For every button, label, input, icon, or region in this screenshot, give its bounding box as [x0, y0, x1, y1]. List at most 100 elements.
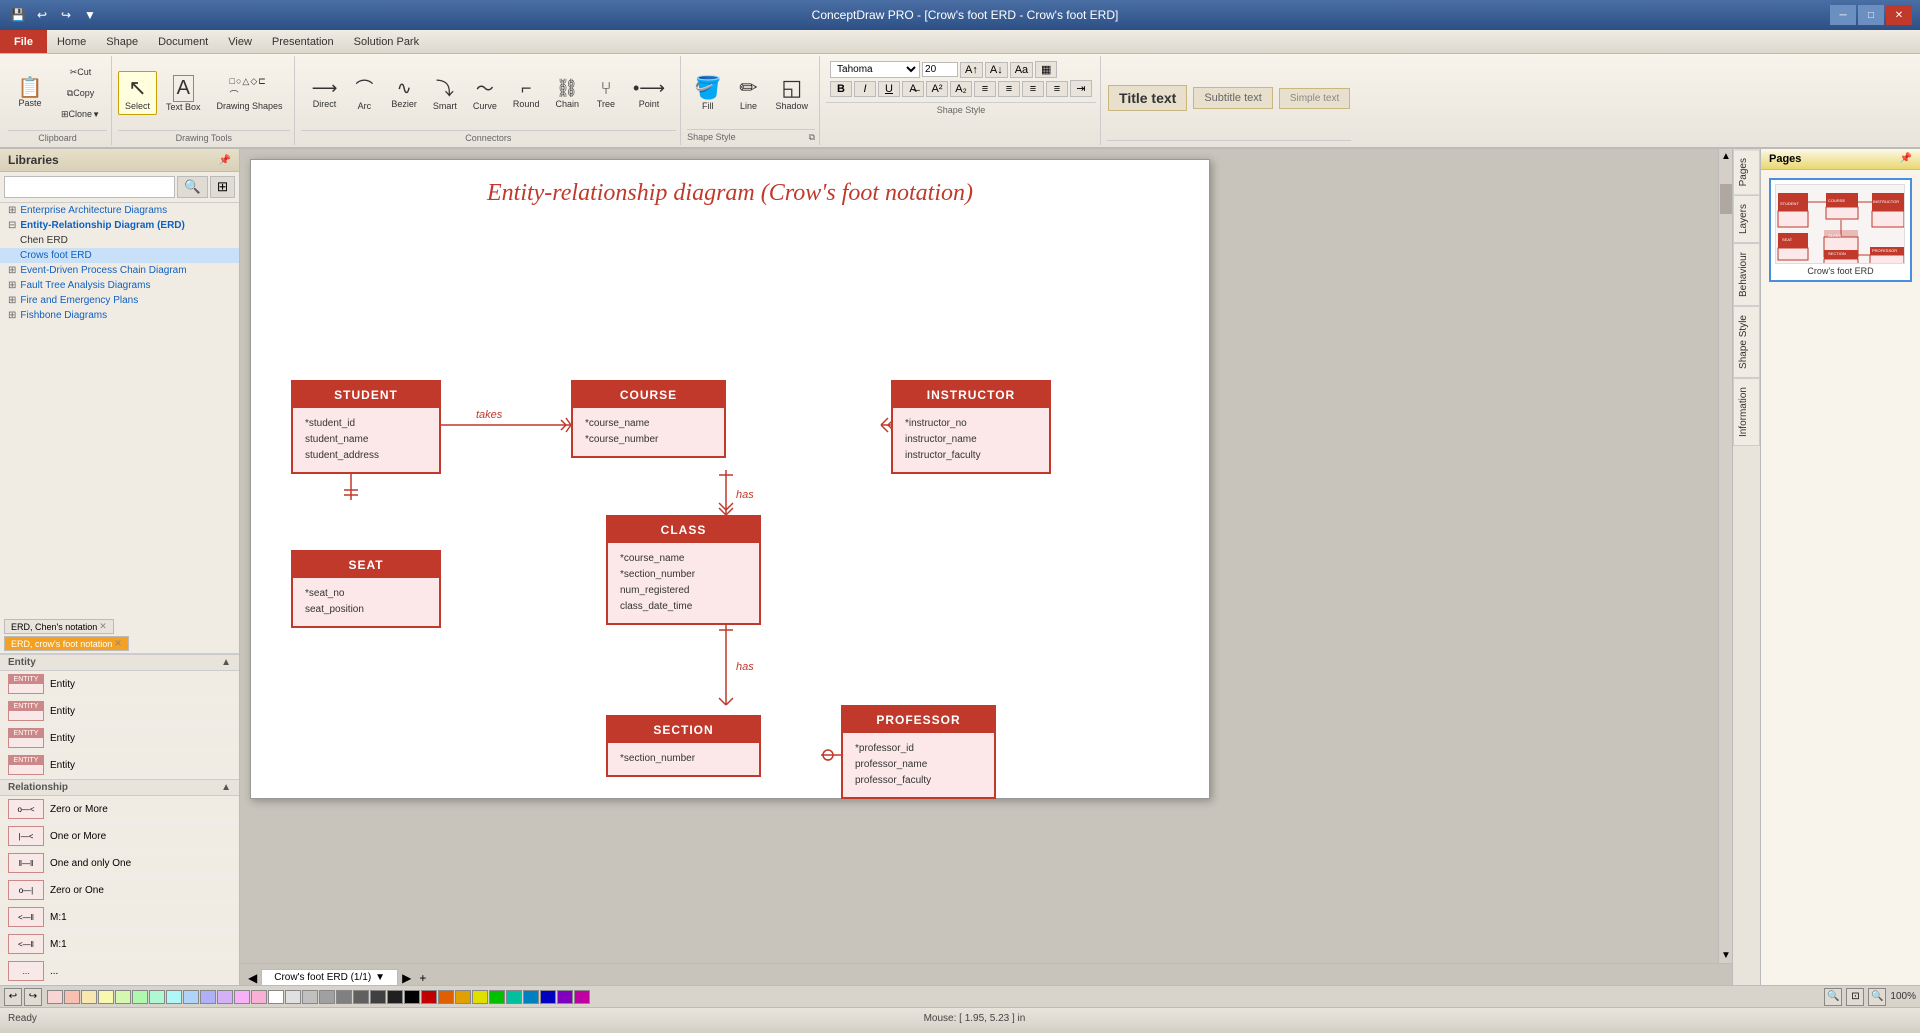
color-swatch-red[interactable]: [421, 990, 437, 1004]
color-swatch-5[interactable]: [115, 990, 131, 1004]
minimize-button[interactable]: ─: [1830, 5, 1856, 25]
undo-button[interactable]: ↩: [4, 988, 22, 1006]
sidebar-item-erd[interactable]: ⊟ Entity-Relationship Diagram (ERD): [0, 218, 239, 233]
subtitle-text-button[interactable]: Subtitle text: [1193, 87, 1272, 109]
color-swatch-magenta[interactable]: [574, 990, 590, 1004]
qat-save[interactable]: 💾: [8, 6, 28, 24]
italic-button[interactable]: I: [854, 81, 876, 97]
round-button[interactable]: ⌐ Round: [506, 74, 547, 113]
color-swatch-7[interactable]: [149, 990, 165, 1004]
color-swatch-navy[interactable]: [540, 990, 556, 1004]
font-aa-button[interactable]: Aa: [1010, 62, 1033, 78]
color-swatch-13[interactable]: [251, 990, 267, 1004]
right-tab-pages[interactable]: Pages: [1733, 149, 1760, 195]
tag-chen-close[interactable]: ✕: [99, 621, 107, 632]
menu-document[interactable]: Document: [148, 30, 218, 53]
align-center-button[interactable]: ≡: [998, 81, 1020, 97]
color-swatch-11[interactable]: [217, 990, 233, 1004]
menu-solution-park[interactable]: Solution Park: [344, 30, 429, 53]
chain-button[interactable]: ⛓ Chain: [548, 74, 586, 113]
qat-undo[interactable]: ↩: [32, 6, 52, 24]
shape-more[interactable]: ... ...: [0, 958, 239, 985]
sidebar-item-fishbone[interactable]: ⊞ Fishbone Diagrams: [0, 308, 239, 323]
page-add[interactable]: +: [415, 971, 430, 985]
vertical-scrollbar[interactable]: ▲ ▼: [1718, 149, 1732, 963]
course-entity[interactable]: COURSE *course_name *course_number: [571, 380, 726, 458]
sidebar-item-chen[interactable]: Chen ERD: [0, 233, 239, 248]
cut-button[interactable]: ✂ Cut: [54, 63, 107, 82]
direct-button[interactable]: ⟶ Direct: [305, 74, 345, 113]
color-swatch-green[interactable]: [489, 990, 505, 1004]
color-swatch-6[interactable]: [132, 990, 148, 1004]
title-text-button[interactable]: Title text: [1108, 85, 1187, 111]
shape-one-and-only-one[interactable]: ‖—‖ One and only One: [0, 850, 239, 877]
class-entity[interactable]: CLASS *course_name *section_number num_r…: [606, 515, 761, 625]
zoom-in-button[interactable]: 🔍: [1868, 988, 1886, 1006]
indent-button[interactable]: ⇥: [1070, 80, 1092, 97]
drawing-shapes-button[interactable]: □○△◇ ⊏⌒ Drawing Shapes: [210, 72, 290, 115]
canvas-scroll[interactable]: Entity-relationship diagram (Crow's foot…: [240, 149, 1732, 963]
underline-button[interactable]: U: [878, 81, 900, 97]
color-swatch-mg4[interactable]: [353, 990, 369, 1004]
align-right-button[interactable]: ≡: [1022, 81, 1044, 97]
align-left-button[interactable]: ≡: [974, 81, 996, 97]
menu-shape[interactable]: Shape: [96, 30, 148, 53]
file-menu[interactable]: File: [0, 30, 47, 53]
textbox-button[interactable]: A Text Box: [159, 71, 208, 116]
entity-collapse[interactable]: ▲: [221, 657, 231, 668]
close-button[interactable]: ✕: [1886, 5, 1912, 25]
bold-button[interactable]: B: [830, 81, 852, 97]
line-button[interactable]: ✏ Line: [730, 71, 766, 115]
simple-text-button[interactable]: Simple text: [1279, 88, 1350, 109]
scroll-thumb[interactable]: [1720, 184, 1732, 214]
pages-pin[interactable]: 📌: [1900, 153, 1912, 165]
font-select[interactable]: Tahoma: [830, 61, 920, 78]
menu-presentation[interactable]: Presentation: [262, 30, 344, 53]
font-more-button[interactable]: ▦: [1035, 61, 1057, 78]
copy-button[interactable]: ⧉ Copy: [54, 84, 107, 103]
sidebar-item-evtdriven[interactable]: ⊞ Event-Driven Process Chain Diagram: [0, 263, 239, 278]
color-swatch-dg1[interactable]: [370, 990, 386, 1004]
font-grow-button[interactable]: A↑: [960, 62, 983, 78]
shape-style-expand[interactable]: ⧉: [809, 132, 815, 143]
color-swatch-1[interactable]: [47, 990, 63, 1004]
instructor-entity[interactable]: INSTRUCTOR *instructor_no instructor_nam…: [891, 380, 1051, 474]
tag-crowsfoot[interactable]: ERD, crow's foot notation ✕: [4, 636, 129, 651]
sidebar-item-enterprise[interactable]: ⊞ Enterprise Architecture Diagrams: [0, 203, 239, 218]
right-tab-layers[interactable]: Layers: [1733, 195, 1760, 243]
subscript-button[interactable]: A₂: [950, 81, 972, 97]
tag-chen[interactable]: ERD, Chen's notation ✕: [4, 619, 114, 634]
font-size-input[interactable]: [922, 62, 958, 77]
student-entity[interactable]: STUDENT *student_id student_name student…: [291, 380, 441, 474]
clone-button[interactable]: ⊞ Clone ▼: [54, 105, 107, 124]
color-swatch-blue[interactable]: [523, 990, 539, 1004]
sidebar-search-input[interactable]: [4, 176, 175, 198]
color-swatch-12[interactable]: [234, 990, 250, 1004]
page-tab-dropdown[interactable]: ▼: [375, 972, 385, 983]
tag-crowsfoot-close[interactable]: ✕: [114, 638, 122, 649]
professor-entity[interactable]: PROFESSOR *professor_id professor_name p…: [841, 705, 996, 799]
sidebar-pin[interactable]: 📌: [219, 155, 231, 166]
page-prev[interactable]: ◀: [244, 971, 261, 985]
color-swatch-3[interactable]: [81, 990, 97, 1004]
color-swatch-yellow[interactable]: [472, 990, 488, 1004]
shadow-button[interactable]: ◱ Shadow: [768, 71, 815, 115]
maximize-button[interactable]: □: [1858, 5, 1884, 25]
shape-entity-2[interactable]: ENTITY Entity: [0, 698, 239, 725]
qat-redo[interactable]: ↪: [56, 6, 76, 24]
font-shrink-button[interactable]: A↓: [985, 62, 1008, 78]
strikethrough-button[interactable]: A̶: [902, 81, 924, 97]
shape-one-or-more[interactable]: |—< One or More: [0, 823, 239, 850]
shape-m1-2[interactable]: <—‖ M:1: [0, 931, 239, 958]
color-swatch-4[interactable]: [98, 990, 114, 1004]
qat-more[interactable]: ▼: [80, 6, 100, 24]
scroll-down[interactable]: ▼: [1719, 948, 1732, 963]
justify-button[interactable]: ≡: [1046, 81, 1068, 97]
shape-zero-or-one[interactable]: o—| Zero or One: [0, 877, 239, 904]
color-swatch-black[interactable]: [404, 990, 420, 1004]
shape-entity-1[interactable]: ENTITY Entity: [0, 671, 239, 698]
page-next[interactable]: ▶: [398, 971, 415, 985]
color-swatch-white[interactable]: [268, 990, 284, 1004]
color-swatch-9[interactable]: [183, 990, 199, 1004]
right-tab-info[interactable]: Information: [1733, 378, 1760, 446]
